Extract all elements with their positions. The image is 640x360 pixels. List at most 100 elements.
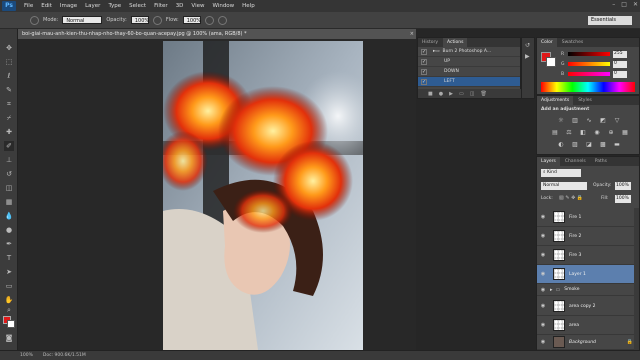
workspace-select[interactable]: Essentials [588,16,632,25]
opacity-field[interactable]: 100% [130,16,149,24]
eye-icon[interactable]: ◉ [539,303,547,309]
layer-row[interactable]: ◉ Fire 1 [537,208,635,227]
eye-icon[interactable]: ◉ [539,339,547,345]
slider-bar[interactable] [568,52,610,56]
menu-image[interactable]: Image [56,0,81,12]
blur-tool-icon[interactable]: 💧 [4,211,14,221]
layer-group-row[interactable]: ◉ ▸ ▭ Smoke [537,284,635,296]
exposure-icon[interactable]: ◩ [599,117,607,125]
layer-row[interactable]: ◉ area [537,316,635,335]
check-icon[interactable]: ✓ [421,48,427,55]
zoom-level[interactable]: 100% [20,353,33,358]
layer-fill-field[interactable]: 100% [615,195,631,203]
eyedropper-tool-icon[interactable]: ⌿ [4,113,14,123]
channel-value[interactable]: 0 [613,60,627,68]
lasso-tool-icon[interactable]: ℓ [4,71,14,81]
brush-preset-icon[interactable] [30,15,39,25]
close-icon[interactable]: ✕ [633,1,638,8]
trash-icon[interactable]: 🗑 [480,91,486,97]
quick-select-tool-icon[interactable]: ✎ [4,85,14,95]
lock-icons[interactable]: ▧ ✎ ✥ 🔒 [559,195,583,201]
pen-tool-icon[interactable]: ✒ [4,239,14,249]
tab-styles[interactable]: Styles [574,96,596,105]
threshold-icon[interactable]: ◪ [585,141,593,149]
new-action-icon[interactable]: ◫ [470,91,475,97]
crop-tool-icon[interactable]: ⌗ [4,99,14,109]
tab-channels[interactable]: Channels [561,157,590,166]
stamp-tool-icon[interactable]: ⊥ [4,155,14,165]
check-icon[interactable]: ✓ [421,78,427,85]
tab-color[interactable]: Color [537,38,557,47]
quick-mask-icon[interactable]: ◙ [4,333,14,343]
tab-paths[interactable]: Paths [591,157,611,166]
layer-row-selected[interactable]: ◉ Layer 1 [537,265,635,284]
eye-icon[interactable]: ◉ [539,287,547,293]
layer-row[interactable]: ◉ area copy 2 [537,297,635,316]
eye-icon[interactable]: ◉ [539,252,547,258]
tab-adjustments[interactable]: Adjustments [537,96,574,105]
flow-field[interactable]: 100% [182,16,201,24]
tab-actions[interactable]: Actions [443,38,468,47]
actions-panel-icon[interactable]: ▶ [525,53,531,60]
hue-saturation-icon[interactable]: ▤ [551,129,559,137]
healing-tool-icon[interactable]: ✚ [4,127,14,137]
gradient-map-icon[interactable]: ▬ [613,141,621,149]
shape-tool-icon[interactable]: ▭ [4,281,14,291]
layer-row[interactable]: ◉ Fire 2 [537,227,635,246]
history-brush-icon[interactable]: ↺ [4,169,14,179]
pressure-opacity-icon[interactable] [152,15,162,25]
curves-icon[interactable]: ∿ [585,117,593,125]
channel-mixer-icon[interactable]: ⊕ [607,129,615,137]
move-tool-icon[interactable]: ✥ [4,43,14,53]
close-document-icon[interactable]: × [410,29,414,39]
check-icon[interactable]: ✓ [421,68,427,75]
levels-icon[interactable]: ▥ [571,117,579,125]
black-white-icon[interactable]: ◧ [579,129,587,137]
layer-row[interactable]: ◉ Fire 3 [537,246,635,265]
layer-row-background[interactable]: ◉ Background 🔒 [537,335,635,350]
gradient-tool-icon[interactable]: ▦ [4,197,14,207]
play-icon[interactable]: ▶ [449,91,453,97]
color-spectrum-ramp[interactable] [541,82,635,92]
background-color-chip[interactable] [546,57,556,67]
mode-select[interactable]: Normal [62,16,103,24]
action-row-selected[interactable]: ✓ LEFT [418,77,520,87]
color-balance-icon[interactable]: ⚖ [565,129,573,137]
check-icon[interactable]: ✓ [421,58,427,65]
pressure-size-icon[interactable] [217,15,227,25]
marquee-tool-icon[interactable]: ⬚ [4,57,14,67]
tab-swatches[interactable]: Swatches [558,38,588,47]
slider-bar[interactable] [568,72,610,76]
menu-type[interactable]: Type [104,0,125,12]
minimize-icon[interactable]: – [612,1,615,8]
menu-select[interactable]: Select [125,0,150,12]
color-lookup-icon[interactable]: ▦ [621,129,629,137]
photo-filter-icon[interactable]: ◉ [593,129,601,137]
canvas-area[interactable] [18,39,416,350]
document-tab[interactable]: boi-giai-mau-anh-kien-thu-nhap-nho-thay-… [18,29,416,39]
vibrance-icon[interactable]: ▽ [613,117,621,125]
action-row[interactable]: ✓ DOWN [418,67,520,77]
record-icon[interactable]: ● [439,91,443,97]
posterize-icon[interactable]: ▨ [571,141,579,149]
selective-color-icon[interactable]: ▩ [599,141,607,149]
action-set-row[interactable]: ✓ ▸▭ Burn 2 Photoshop A... [418,47,520,57]
layer-opacity-field[interactable]: 100% [615,182,631,190]
menu-help[interactable]: Help [238,0,259,12]
eye-icon[interactable]: ◉ [539,322,547,328]
tab-history[interactable]: History [418,38,442,47]
channel-value[interactable]: 255 [613,50,627,58]
menu-3d[interactable]: 3D [172,0,188,12]
type-tool-icon[interactable]: T [4,253,14,263]
action-row[interactable]: ✓ UP [418,57,520,67]
document-canvas-image[interactable] [163,41,363,350]
blend-mode-select[interactable]: Normal [541,182,587,190]
eraser-tool-icon[interactable]: ◫ [4,183,14,193]
menu-window[interactable]: Window [208,0,238,12]
tab-layers[interactable]: Layers [537,157,560,166]
new-set-icon[interactable]: ▭ [459,91,464,97]
menu-edit[interactable]: Edit [37,0,56,12]
menu-file[interactable]: File [20,0,37,12]
slider-bar[interactable] [568,62,610,66]
layers-scrollbar[interactable] [634,208,639,350]
